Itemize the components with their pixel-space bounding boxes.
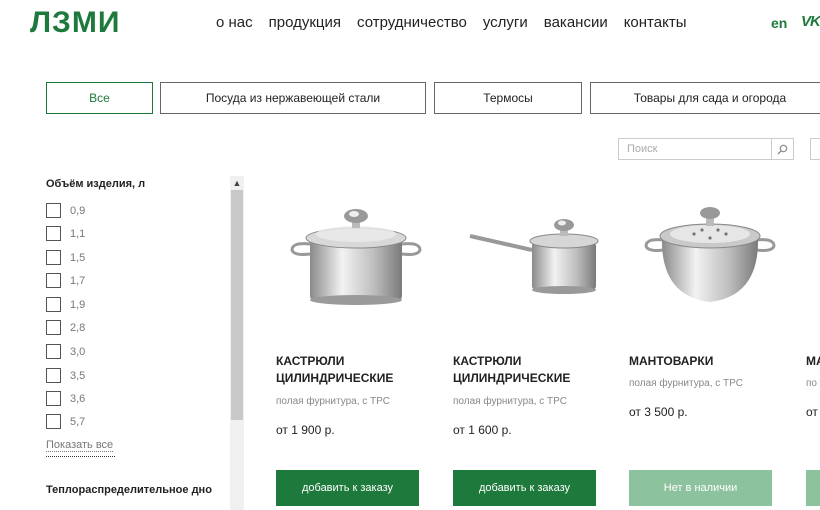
search-button[interactable] xyxy=(771,139,793,159)
filter-option[interactable]: 1,1 xyxy=(46,226,85,241)
filter-option-label: 2,8 xyxy=(70,321,86,334)
search-input[interactable]: Поиск xyxy=(619,143,771,155)
filter-option-label: 3,0 xyxy=(70,345,86,358)
out-of-stock-button[interactable]: Нет в наличии xyxy=(629,470,772,506)
nav-cooperation[interactable]: сотрудничество xyxy=(357,14,467,31)
filter-option[interactable]: 3,6 xyxy=(46,391,85,406)
category-thermoses[interactable]: Термосы xyxy=(434,82,582,114)
product-button[interactable] xyxy=(806,470,820,506)
checkbox[interactable] xyxy=(46,250,61,265)
vk-icon[interactable]: VK xyxy=(801,13,820,30)
product-subtitle: полая фурнитура, с ТРС xyxy=(276,396,390,407)
nav-products[interactable]: продукция xyxy=(269,14,341,31)
search-icon xyxy=(777,144,788,154)
filter-heat-bottom-title: Теплораспределительное дно xyxy=(46,484,212,496)
filter-option-label: 3,5 xyxy=(70,369,86,382)
filter-option-label: 0,9 xyxy=(70,204,86,217)
category-garden[interactable]: Товары для сада и огорода xyxy=(590,82,820,114)
product-name[interactable]: МА xyxy=(806,353,820,370)
steamer-pot-image[interactable] xyxy=(642,206,778,308)
checkbox[interactable] xyxy=(46,320,61,335)
checkbox[interactable] xyxy=(46,368,61,383)
divider xyxy=(46,456,115,457)
scroll-up-arrow-icon[interactable]: ▲ xyxy=(230,176,244,190)
filter-option-label: 1,5 xyxy=(70,251,86,264)
product-price: от 1 600 р. xyxy=(453,423,512,437)
search-field[interactable]: Поиск xyxy=(618,138,794,160)
main-nav: о нас продукция сотрудничество услуги ва… xyxy=(216,14,703,31)
filter-option[interactable]: 1,7 xyxy=(46,273,85,288)
checkbox[interactable] xyxy=(46,226,61,241)
filter-volume-title: Объём изделия, л xyxy=(46,178,146,190)
language-switch[interactable]: en xyxy=(771,15,787,31)
logo[interactable]: ЛЗМИ xyxy=(30,6,120,40)
filter-option[interactable]: 3,0 xyxy=(46,344,85,359)
filter-option-label: 1,1 xyxy=(70,227,86,240)
checkbox[interactable] xyxy=(46,414,61,429)
product-name[interactable]: МАНТОВАРКИ xyxy=(629,353,799,370)
checkbox[interactable] xyxy=(46,297,61,312)
checkbox[interactable] xyxy=(46,273,61,288)
stock-pot-image[interactable] xyxy=(288,204,424,308)
nav-contacts[interactable]: контакты xyxy=(624,14,687,31)
checkbox[interactable] xyxy=(46,344,61,359)
product-subtitle: по xyxy=(806,378,817,389)
checkbox[interactable] xyxy=(46,203,61,218)
checkbox[interactable] xyxy=(46,391,61,406)
filter-option[interactable]: 3,5 xyxy=(46,368,85,383)
product-subtitle: полая фурнитура, с ТРС xyxy=(453,396,567,407)
filter-option[interactable]: 1,9 xyxy=(46,297,85,312)
saucepan-image[interactable] xyxy=(466,216,602,296)
filter-option-label: 1,9 xyxy=(70,298,86,311)
filter-option-label: 3,6 xyxy=(70,392,86,405)
add-to-order-button[interactable]: добавить к заказу xyxy=(276,470,419,506)
category-stainless-cookware[interactable]: Посуда из нержавеющей стали xyxy=(160,82,426,114)
add-to-order-button[interactable]: добавить к заказу xyxy=(453,470,596,506)
filter-option[interactable]: 2,8 xyxy=(46,320,85,335)
product-price: от xyxy=(806,405,818,419)
filter-option[interactable]: 5,7 xyxy=(46,414,85,429)
product-price: от 1 900 р. xyxy=(276,423,335,437)
nav-about[interactable]: о нас xyxy=(216,14,253,31)
filter-option-label: 1,7 xyxy=(70,274,86,287)
product-price: от 3 500 р. xyxy=(629,405,688,419)
filter-option-label: 5,7 xyxy=(70,415,86,428)
filter-option[interactable]: 1,5 xyxy=(46,250,85,265)
product-name[interactable]: КАСТРЮЛИ ЦИЛИНДРИЧЕСКИЕ xyxy=(453,353,623,387)
nav-services[interactable]: услуги xyxy=(483,14,528,31)
category-all[interactable]: Все xyxy=(46,82,153,114)
filter-option[interactable]: 0,9 xyxy=(46,203,85,218)
search-field-2[interactable] xyxy=(810,138,820,160)
product-subtitle: полая фурнитура, с ТРС xyxy=(629,378,743,389)
show-all-link[interactable]: Показать все xyxy=(46,439,114,452)
scrollbar-thumb[interactable] xyxy=(231,190,243,420)
product-name[interactable]: КАСТРЮЛИ ЦИЛИНДРИЧЕСКИЕ xyxy=(276,353,446,387)
nav-vacancies[interactable]: вакансии xyxy=(544,14,608,31)
